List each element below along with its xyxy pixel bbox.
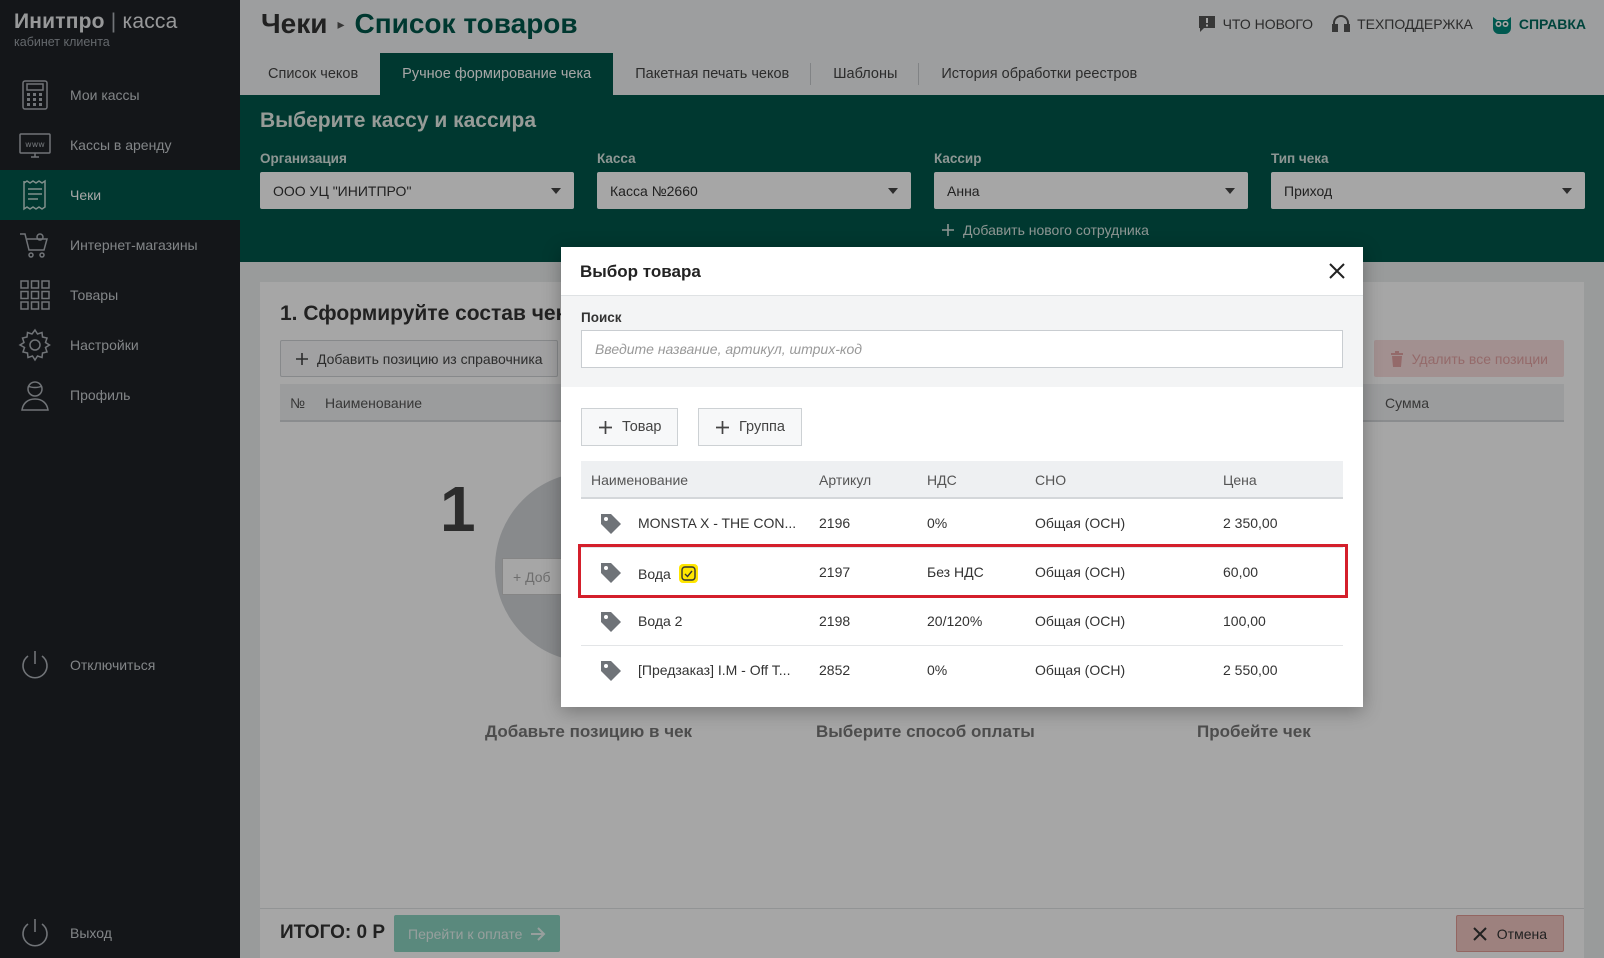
product-name-cell: Вода xyxy=(638,564,698,583)
search-label: Поиск xyxy=(581,310,622,325)
column-tax: СНО xyxy=(1035,472,1067,488)
column-vat: НДС xyxy=(927,472,957,488)
table-row[interactable]: [Предзаказ] I.M - Off T... 2852 0% Общая… xyxy=(581,646,1343,695)
product-vat: 0% xyxy=(927,515,948,531)
add-group-label: Группа xyxy=(739,419,785,435)
product-sku: 2198 xyxy=(819,613,851,629)
modal-title: Выбор товара xyxy=(580,262,701,281)
product-vat: 0% xyxy=(927,662,948,678)
column-sku: Артикул xyxy=(819,472,872,488)
product-tax: Общая (ОСН) xyxy=(1035,613,1126,629)
products-table: Наименование Артикул НДС СНО Цена MONSTA… xyxy=(578,461,1348,695)
search-section: Поиск xyxy=(561,296,1363,387)
smiley-badge-icon xyxy=(678,564,698,583)
product-picker-modal: Выбор товара Поиск Товар Группа Наименов… xyxy=(561,247,1363,707)
column-name: Наименование xyxy=(591,472,689,488)
product-sku: 2852 xyxy=(819,662,851,678)
tag-icon xyxy=(601,563,621,583)
product-name: Вода xyxy=(638,566,671,582)
product-sku: 2196 xyxy=(819,515,851,531)
table-row-selected[interactable]: Вода 2197 Без НДС Общая (ОСН) 60,00 xyxy=(578,544,1348,598)
tag-icon xyxy=(601,661,621,681)
close-icon[interactable] xyxy=(1325,259,1349,283)
product-price: 2 350,00 xyxy=(1223,515,1278,531)
modal-header: Выбор товара xyxy=(561,247,1363,296)
product-name: [Предзаказ] I.M - Off T... xyxy=(638,662,791,678)
product-tax: Общая (ОСН) xyxy=(1035,662,1126,678)
product-tax: Общая (ОСН) xyxy=(1035,564,1126,580)
column-price: Цена xyxy=(1223,472,1257,488)
plus-icon xyxy=(599,420,612,434)
product-price: 2 550,00 xyxy=(1223,662,1278,678)
tag-icon xyxy=(601,612,621,632)
table-row[interactable]: MONSTA X - THE CON... 2196 0% Общая (ОСН… xyxy=(581,499,1343,548)
product-vat: 20/120% xyxy=(927,613,983,629)
add-product-button[interactable]: Товар xyxy=(581,408,679,446)
tag-icon xyxy=(601,514,621,534)
product-price: 100,00 xyxy=(1223,613,1266,629)
product-name: MONSTA X - THE CON... xyxy=(638,515,797,531)
products-table-header: Наименование Артикул НДС СНО Цена xyxy=(581,461,1343,499)
table-row[interactable]: Вода 2 2198 20/120% Общая (ОСН) 100,00 xyxy=(581,597,1343,646)
product-tax: Общая (ОСН) xyxy=(1035,515,1126,531)
add-product-label: Товар xyxy=(622,419,662,435)
product-price: 60,00 xyxy=(1223,564,1259,580)
product-sku: 2197 xyxy=(819,564,851,580)
product-name: Вода 2 xyxy=(638,613,683,629)
product-vat: Без НДС xyxy=(927,564,984,580)
add-group-button[interactable]: Группа xyxy=(698,408,802,446)
search-input[interactable] xyxy=(581,330,1343,368)
plus-icon xyxy=(716,420,729,434)
